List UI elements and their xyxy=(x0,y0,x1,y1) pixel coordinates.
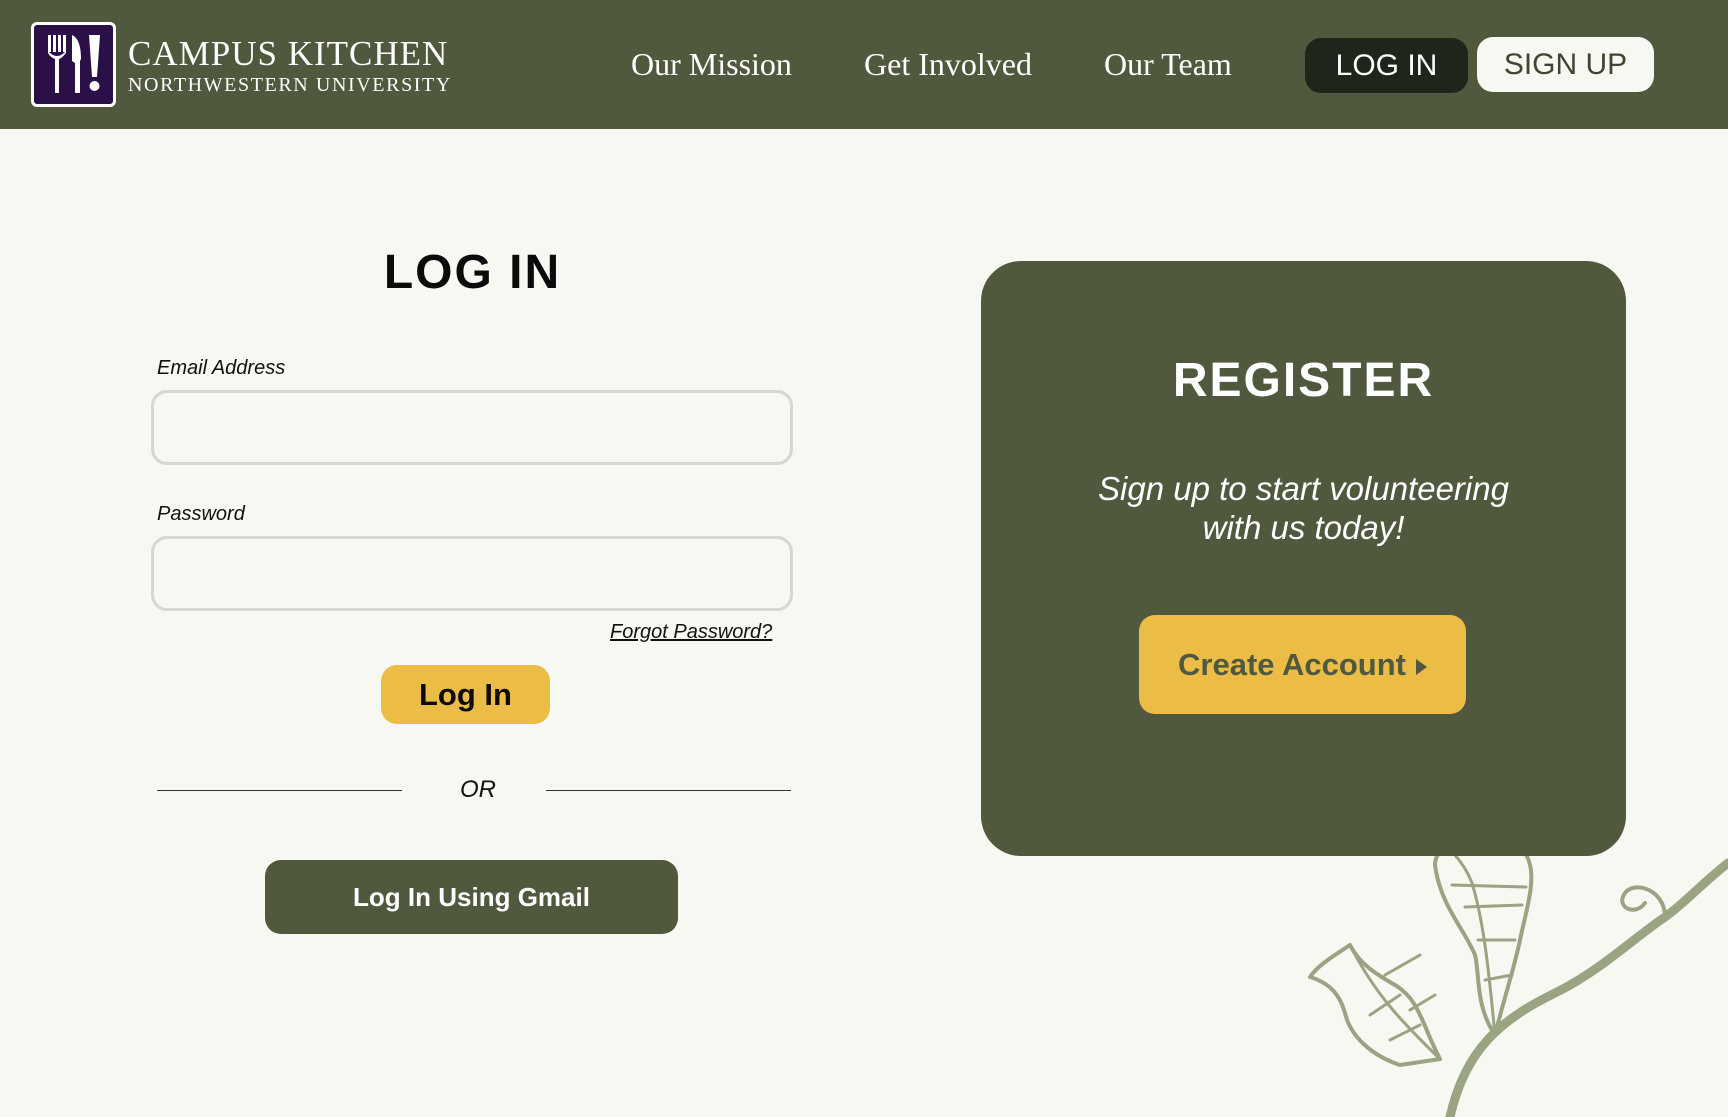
register-description-line-2: with us today! xyxy=(1202,509,1405,546)
register-description-line-1: Sign up to start volunteering xyxy=(1098,470,1509,507)
or-separator-label: OR xyxy=(460,776,496,803)
header-login-button[interactable]: LOG IN xyxy=(1305,38,1468,93)
email-input[interactable] xyxy=(151,390,793,465)
register-heading: REGISTER xyxy=(1172,354,1435,407)
top-navigation-bar: CAMPUS KITCHEN NORTHWESTERN UNIVERSITY O… xyxy=(0,0,1728,129)
fork-knife-exclamation-icon xyxy=(48,35,100,93)
brand-title: CAMPUS KITCHEN xyxy=(128,34,449,73)
create-account-button[interactable]: Create Account xyxy=(1139,615,1466,714)
email-label: Email Address xyxy=(157,357,286,379)
forgot-password-link[interactable]: Forgot Password? xyxy=(610,621,772,644)
password-input[interactable] xyxy=(151,536,793,611)
gmail-login-button[interactable]: Log In Using Gmail xyxy=(265,860,678,934)
vine-leaves-illustration xyxy=(1308,845,1728,1117)
login-submit-button[interactable]: Log In xyxy=(381,665,550,724)
campus-kitchen-logo[interactable] xyxy=(31,22,116,107)
create-account-label: Create Account xyxy=(1178,646,1406,682)
nav-link-our-team[interactable]: Our Team xyxy=(1104,46,1232,83)
login-heading: LOG IN xyxy=(383,246,562,299)
play-arrow-icon xyxy=(1415,658,1427,675)
or-divider-right xyxy=(546,790,791,791)
or-divider-left xyxy=(157,790,402,791)
password-label: Password xyxy=(157,503,245,525)
nav-link-get-involved[interactable]: Get Involved xyxy=(864,46,1032,83)
brand-subtitle: NORTHWESTERN UNIVERSITY xyxy=(128,74,452,96)
register-card: REGISTER Sign up to start volunteering w… xyxy=(981,261,1626,856)
nav-link-our-mission[interactable]: Our Mission xyxy=(631,46,792,83)
header-signup-button[interactable]: SIGN UP xyxy=(1477,37,1654,92)
register-description: Sign up to start volunteering with us to… xyxy=(1061,469,1546,547)
